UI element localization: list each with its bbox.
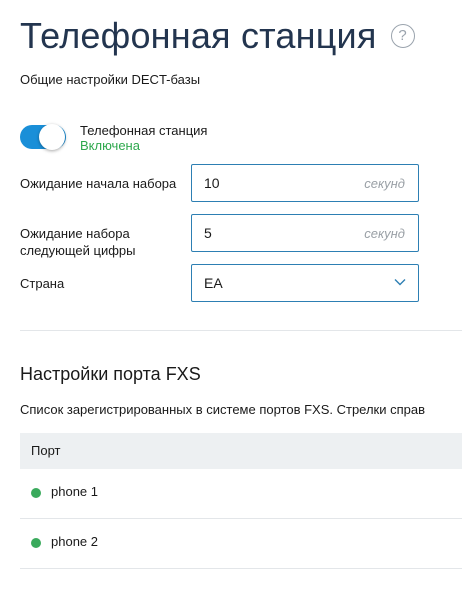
- dial-start-unit: секунд: [364, 176, 405, 191]
- table-header: Порт: [20, 433, 462, 469]
- country-value: EA: [204, 275, 223, 291]
- port-name: phone 1: [51, 484, 98, 499]
- next-digit-unit: секунд: [364, 226, 405, 241]
- dial-start-label: Ожидание начала набора: [20, 176, 177, 191]
- column-header-port: Порт: [31, 443, 61, 458]
- next-digit-label: Ожидание набора следующей цифры: [20, 226, 136, 258]
- table-row-phone-1[interactable]: phone 1: [20, 469, 462, 519]
- table-row-phone-2[interactable]: phone 2: [20, 519, 462, 569]
- title-row: Телефонная станция ?: [20, 14, 415, 58]
- toggle-label: Телефонная станция: [80, 123, 208, 138]
- chevron-down-icon: [394, 279, 406, 286]
- status-dot-icon: [31, 538, 41, 548]
- page-title: Телефонная станция: [20, 15, 377, 56]
- toggle-text: Телефонная станция Включена: [80, 123, 207, 153]
- station-toggle-row: Телефонная станция Включена: [20, 123, 207, 153]
- fxs-section-description: Список зарегистрированных в системе порт…: [20, 402, 426, 417]
- page: Телефонная станция ? Общие настройки DEC…: [0, 0, 462, 598]
- help-icon[interactable]: ?: [390, 24, 415, 48]
- status-dot-icon: [31, 488, 41, 498]
- toggle-status: Включена: [80, 138, 140, 153]
- dial-start-value: 10: [204, 175, 220, 191]
- next-digit-input[interactable]: 5 секунд: [191, 214, 419, 252]
- country-label: Страна: [20, 276, 65, 291]
- country-select[interactable]: EA: [191, 264, 419, 302]
- fxs-section-title: Настройки порта FXS: [20, 364, 201, 384]
- port-name: phone 2: [51, 534, 98, 549]
- dial-start-input[interactable]: 10 секунд: [191, 164, 419, 202]
- toggle-knob: [39, 124, 65, 150]
- station-toggle[interactable]: [20, 124, 66, 150]
- page-subtitle: Общие настройки DECT-базы: [20, 72, 201, 87]
- section-divider: [20, 330, 462, 331]
- next-digit-value: 5: [204, 225, 212, 241]
